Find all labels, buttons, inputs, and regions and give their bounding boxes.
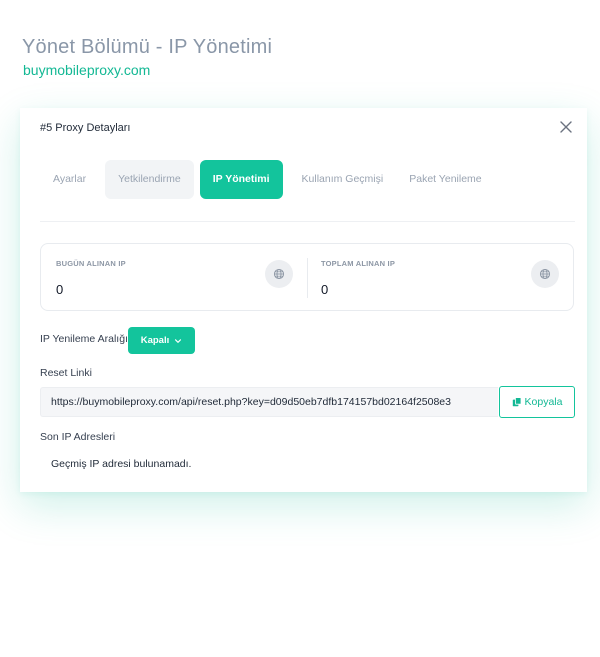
close-button[interactable]: [557, 118, 575, 136]
copy-button-label: Kopyala: [524, 396, 563, 408]
stat-today-label: BUGÜN ALINAN IP: [56, 259, 126, 268]
stat-total-value: 0: [321, 282, 329, 297]
ip-stats-card: BUGÜN ALINAN IP 0 TOPLAM ALINAN IP 0: [40, 243, 574, 311]
recent-ips-label: Son IP Adresleri: [40, 431, 116, 443]
stat-total: TOPLAM ALINAN IP 0: [307, 244, 573, 312]
copy-icon: [512, 397, 521, 407]
stat-today-value: 0: [56, 282, 64, 297]
divider: [40, 221, 575, 222]
ip-interval-dropdown[interactable]: Kapalı: [128, 327, 195, 354]
stat-total-label: TOPLAM ALINAN IP: [321, 259, 396, 268]
page-heading: Yönet Bölümü - IP Yönetimi: [22, 36, 273, 58]
tab-settings[interactable]: Ayarlar: [40, 160, 99, 199]
site-link[interactable]: buymobileproxy.com: [23, 62, 150, 78]
proxy-details-modal: #5 Proxy Detayları Ayarlar Yetkilendirme…: [20, 108, 587, 492]
globe-icon: [265, 260, 293, 288]
tab-authorization[interactable]: Yetkilendirme: [105, 160, 194, 199]
ip-interval-label: IP Yenileme Aralığı: [40, 333, 128, 345]
tab-package-renewal[interactable]: Paket Yenileme: [396, 160, 494, 199]
copy-button[interactable]: Kopyala: [499, 386, 575, 418]
reset-link-field[interactable]: https://buymobileproxy.com/api/reset.php…: [40, 387, 498, 417]
tab-bar: Ayarlar Yetkilendirme IP Yönetimi Kullan…: [40, 160, 495, 199]
ip-interval-value: Kapalı: [140, 335, 170, 346]
chevron-down-icon: [175, 338, 182, 343]
tab-ip-management[interactable]: IP Yönetimi: [199, 160, 283, 199]
tab-usage-history[interactable]: Kullanım Geçmişi: [289, 160, 397, 199]
close-icon: [560, 121, 572, 133]
modal-title: #5 Proxy Detayları: [40, 122, 131, 134]
reset-link-label: Reset Linki: [40, 367, 92, 379]
globe-icon: [531, 260, 559, 288]
recent-ips-empty-message: Geçmiş IP adresi bulunamadı.: [51, 458, 192, 470]
stat-today: BUGÜN ALINAN IP 0: [41, 244, 307, 312]
